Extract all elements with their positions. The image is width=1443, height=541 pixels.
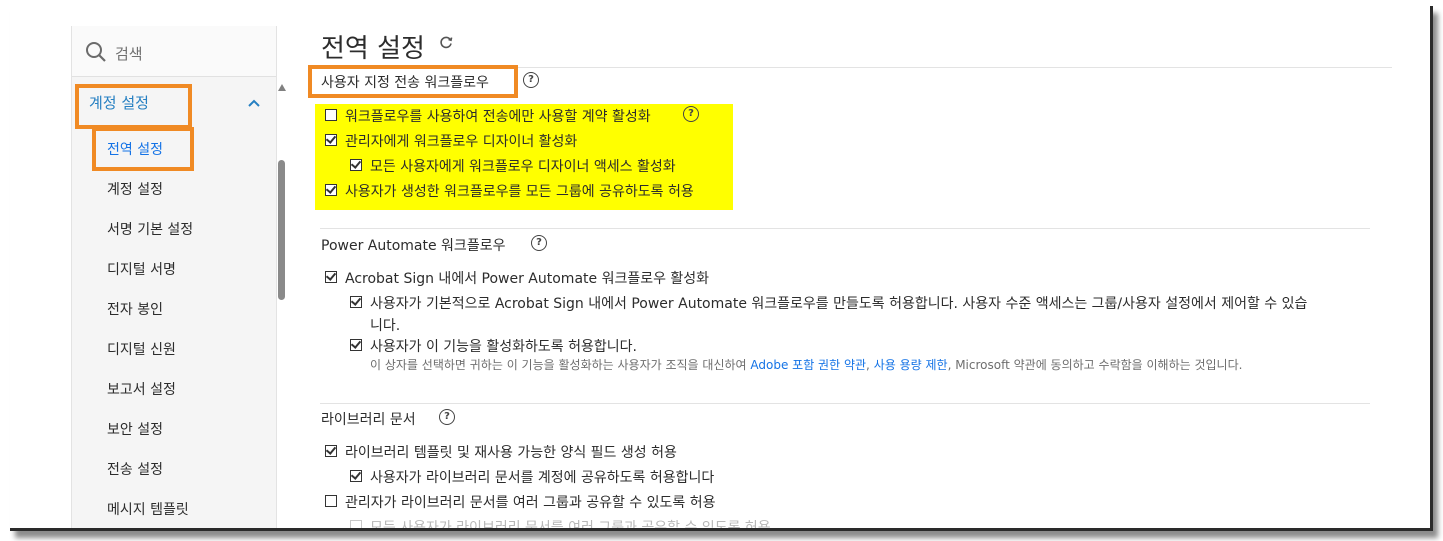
app-window: 검색 계정 설정 전역 설정 계정 설정 서명 기본 설정 디지털 서명 전자 …: [10, 6, 1433, 531]
checkbox-allow-share-workflows[interactable]: [325, 184, 337, 196]
callout-box-section: [75, 84, 192, 129]
search-placeholder: 검색: [115, 45, 143, 63]
checkbox-allow-share-to-account[interactable]: [350, 470, 362, 482]
option-label-continued: 니다.: [370, 318, 401, 334]
sidebar-item-signature-preferences[interactable]: 서명 기본 설정: [107, 219, 193, 239]
option-label: 라이브러리 템플릿 및 재사용 가능한 양식 필드 생성 허용: [345, 445, 677, 461]
help-icon[interactable]: ?: [523, 72, 539, 88]
sidebar-scrollbar[interactable]: [275, 80, 288, 528]
checkbox-all-users-share-multiple-groups[interactable]: [350, 520, 362, 528]
help-icon[interactable]: ?: [683, 106, 699, 122]
checkbox-enable-workflow-only-agreements[interactable]: [325, 109, 337, 121]
help-icon[interactable]: ?: [439, 409, 455, 425]
option-label: 사용자가 생성한 워크플로우를 모든 그룹에 공유하도록 허용: [345, 184, 694, 200]
sidebar-item-digital-identity[interactable]: 디지털 신원: [107, 339, 176, 359]
option-label: 사용자가 기본적으로 Acrobat Sign 내에서 Power Automa…: [370, 296, 1308, 312]
callout-box-active-item: [92, 127, 194, 171]
checkbox-enable-admin-workflow-designer[interactable]: [325, 134, 337, 146]
scroll-up-arrow-icon[interactable]: [278, 84, 286, 91]
sidebar-item-security-settings[interactable]: 보안 설정: [107, 419, 163, 439]
option-label: 모든 사용자에게 워크플로우 디자이너 액세스 활성화: [370, 159, 676, 175]
help-icon[interactable]: ?: [531, 235, 547, 251]
checkbox-allow-users-create-pa-workflows[interactable]: [350, 296, 362, 308]
option-label: Acrobat Sign 내에서 Power Automate 워크플로우 활성…: [345, 271, 710, 287]
checkbox-enable-all-users-designer[interactable]: [350, 159, 362, 171]
option-label: 관리자가 라이브러리 문서를 여러 그룹과 공유할 수 있도록 허용: [345, 495, 716, 511]
search-input[interactable]: 검색: [72, 26, 276, 77]
sidebar-item-send-settings[interactable]: 전송 설정: [107, 459, 163, 479]
checkbox-allow-users-enable-feature[interactable]: [350, 339, 362, 351]
consent-note-text: 이 상자를 선택하면 귀하는 이 기능을 활성화하는 사용자가 조직을 대신하여: [370, 358, 751, 372]
section-heading-library-documents: 라이브러리 문서: [321, 412, 416, 428]
sidebar-item-digital-signatures[interactable]: 디지털 서명: [107, 259, 176, 279]
sidebar-item-report-settings[interactable]: 보고서 설정: [107, 379, 176, 399]
consent-note: 이 상자를 선택하면 귀하는 이 기능을 활성화하는 사용자가 조직을 대신하여…: [370, 356, 1242, 373]
sidebar-item-message-templates[interactable]: 메시지 템플릿: [107, 499, 189, 519]
scrollbar-thumb[interactable]: [278, 160, 285, 300]
page-title: 전역 설정: [321, 34, 425, 64]
chevron-up-icon[interactable]: [247, 98, 261, 108]
checkbox-allow-library-templates[interactable]: [325, 445, 337, 457]
link-adobe-terms[interactable]: Adobe 포함 권한 약관: [750, 358, 866, 372]
checkbox-admin-share-multiple-groups[interactable]: [325, 495, 337, 507]
sidebar-item-electronic-seals[interactable]: 전자 봉인: [107, 299, 163, 319]
option-label: 모든 사용자가 라이브러리 문서를 여러 그룹과 공유할 수 있도록 허용: [370, 520, 771, 531]
divider: [320, 228, 1370, 229]
divider: [320, 403, 1370, 404]
section-heading-power-automate: Power Automate 워크플로우: [321, 238, 506, 254]
option-label: 사용자가 라이브러리 문서를 계정에 공유하도록 허용합니다: [370, 470, 715, 486]
refresh-icon[interactable]: [438, 34, 454, 50]
callout-box-heading: [308, 65, 518, 98]
consent-note-suffix: , Microsoft 약관에 동의하고 수락함을 이해하는 것입니다.: [947, 358, 1243, 372]
consent-note-sep: ,: [866, 358, 874, 372]
option-label: 사용자가 이 기능을 활성화하도록 허용합니다.: [370, 339, 637, 355]
checkbox-enable-power-automate[interactable]: [325, 271, 337, 283]
sidebar-item-account-settings[interactable]: 계정 설정: [107, 179, 163, 199]
link-usage-limits[interactable]: 사용 용량 제한: [874, 358, 948, 372]
option-label: 워크플로우를 사용하여 전송에만 사용할 계약 활성화: [345, 109, 651, 125]
search-icon: [86, 42, 106, 62]
option-label: 관리자에게 워크플로우 디자이너 활성화: [345, 134, 578, 150]
